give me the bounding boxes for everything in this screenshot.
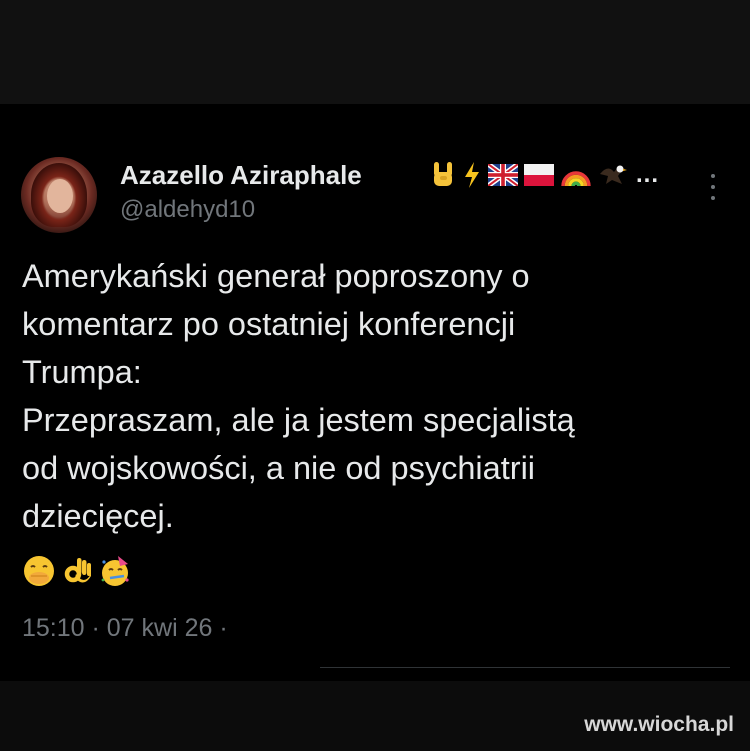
post-text-line: komentarz po ostatniej konferencji	[22, 306, 516, 342]
avatar-face	[47, 179, 73, 213]
poland-flag-emoji	[524, 160, 554, 190]
rainbow-emoji	[560, 160, 592, 190]
site-watermark: www.wiocha.pl	[584, 713, 734, 736]
post-text: Amerykański generał poproszony o komenta…	[22, 252, 722, 540]
partying-face-emoji	[98, 554, 132, 588]
post-text-line: Przepraszam, ale ja jestem specjalistą	[22, 402, 575, 438]
more-options-icon[interactable]	[706, 172, 720, 202]
avatar[interactable]	[21, 157, 97, 233]
top-band	[0, 0, 750, 104]
post-timestamp[interactable]: 15:10 · 07 kwi 26 ·	[22, 614, 228, 643]
name-badges: ...	[430, 158, 659, 192]
eagle-emoji	[598, 160, 628, 190]
display-name[interactable]: Azazello Aziraphale	[120, 160, 362, 191]
name-truncation: ...	[636, 161, 660, 188]
more-dot	[711, 185, 715, 189]
user-handle[interactable]: @aldehyd10	[120, 196, 255, 224]
post-emojis	[22, 553, 132, 589]
post-text-line: Amerykański generał poproszony o	[22, 258, 530, 294]
rock-hand-emoji	[430, 160, 456, 190]
ok-hand-emoji	[60, 554, 94, 588]
uk-flag-emoji	[488, 160, 518, 190]
more-dot	[711, 196, 715, 200]
lightning-emoji	[462, 160, 482, 190]
divider	[320, 667, 730, 668]
post-text-line: od wojskowości, a nie od psychiatrii	[22, 450, 536, 486]
post-text-line: Trumpa:	[22, 354, 142, 390]
hand-over-mouth-emoji	[22, 554, 56, 588]
more-dot	[711, 174, 715, 178]
post-text-line: dziecięcej.	[22, 498, 174, 534]
